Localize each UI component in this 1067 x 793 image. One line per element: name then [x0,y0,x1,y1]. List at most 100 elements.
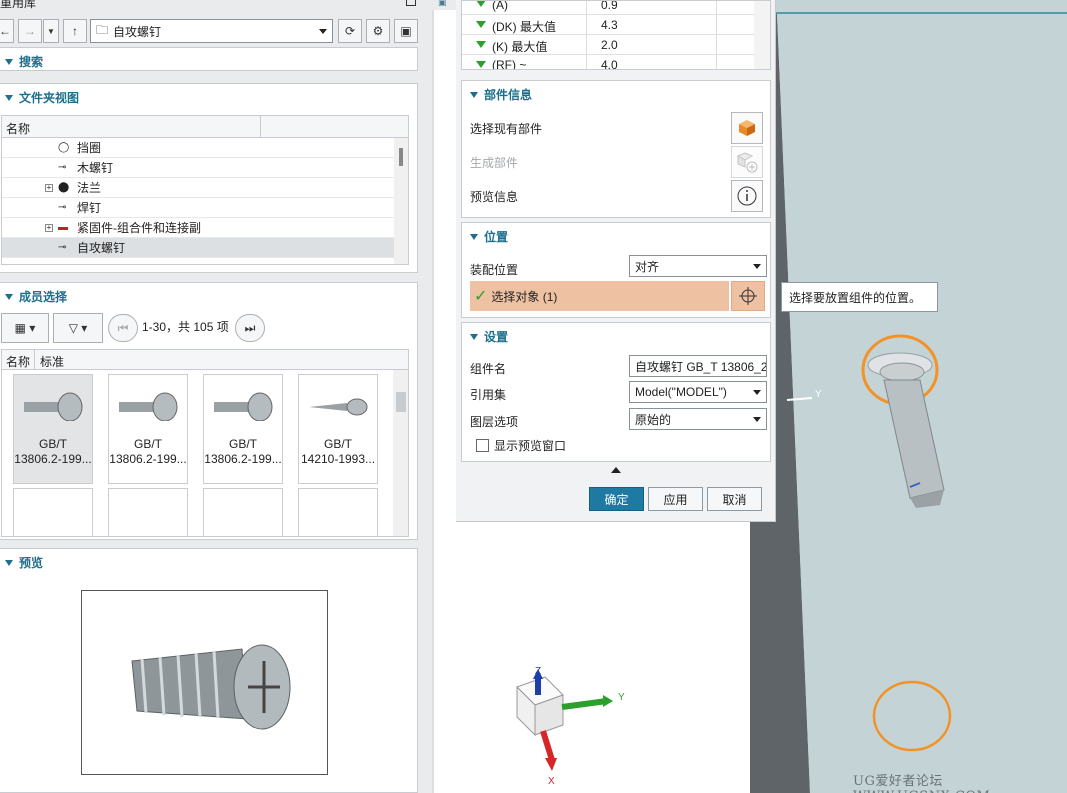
axis-x-label: X [548,776,555,787]
paging-text: 1-30，共 105 项 [142,320,229,334]
tab-name[interactable]: 名称 [6,353,30,370]
view-mode-button[interactable]: ▦ ▾ [1,313,49,343]
folder-tree: 名称 ◯ 挡圈 ⊸ 木螺钉 + ⬤ 法兰 ⊸ 焊钉 + ▬ 紧固件-组合件和连接副 ⊸ 自攻螺钉 [1,115,409,265]
up-folder-button[interactable]: ↑ [63,19,87,43]
layer-option-label: 图层选项 [470,415,519,429]
parameter-table: (A) 0.9 (DK) 最大值 4.3 (K) 最大值 2.0 (RF) ~4.0 [461,0,771,70]
expand-icon[interactable]: + [45,223,53,232]
tree-item-wood-screw[interactable]: ⊸ 木螺钉 [2,158,394,178]
member-tile[interactable] [13,488,93,536]
preview-info-label: 预览信息 [470,190,519,204]
collapse-icon [5,559,13,566]
member-tile[interactable]: GB/T 13806.2-199... [13,374,93,484]
tree-item-tapping-screw[interactable]: ⊸ 自攻螺钉 [2,238,394,258]
assembly-icon: ▬ [58,222,68,233]
generate-part-label: 生成部件 [470,156,519,170]
expand-icon[interactable]: + [45,183,53,192]
chevron-down-icon [753,263,761,269]
param-indicator-icon [476,21,486,28]
info-icon [737,186,757,206]
collapse-icon [470,233,478,240]
assembly-position-select[interactable]: 对齐 [629,255,767,277]
cube-icon [739,120,755,136]
chevron-down-icon [753,389,761,395]
param-indicator-icon [476,1,486,7]
settings-title: 设置 [484,330,509,344]
param-indicator-icon [476,61,486,68]
collapse-dialog-icon[interactable] [611,467,621,473]
tree-item-retaining-ring[interactable]: ◯ 挡圈 [2,138,394,158]
member-tile[interactable]: GB/T 14210-1993... [298,374,378,484]
select-object-row[interactable]: ✓ 选择对象 (1) [470,281,729,311]
member-tile[interactable] [203,488,283,536]
screw-thumbnail [204,375,282,437]
param-row[interactable]: (A) 0.9 [462,1,770,15]
reuse-library-panel: 重用库 ← → ▼ ↑ 🗀 自攻螺钉 ⟳ ⚙ ▣ 搜索 文件夹视图 名称 ◯ 挡圈… [0,0,420,793]
view-tab-icon[interactable]: ▣ [438,0,447,8]
param-row[interactable]: (RF) ~4.0 [462,55,770,69]
cancel-button[interactable]: 取消 [707,487,762,511]
param-scrollbar[interactable] [754,1,770,69]
tree-scrollbar[interactable] [394,138,408,264]
back-button[interactable]: ← [0,19,14,43]
panel-title: 重用库 [0,0,37,10]
last-page-button[interactable]: ⏭ [235,314,265,342]
preview-image [81,590,328,775]
screw-thumbnail [109,375,187,437]
generate-part-button[interactable] [731,146,763,178]
member-tile[interactable]: GB/T 13806.2-199... [203,374,283,484]
tab-standard[interactable]: 标准 [40,353,64,370]
select-object-label: 选择对象 (1) [491,289,558,304]
check-icon: ✓ [474,288,488,305]
screw-thumbnail [14,375,92,437]
layer-option-select[interactable]: 原始的 [629,408,767,430]
param-row[interactable]: (K) 最大值 2.0 [462,35,770,55]
part-info-section: 部件信息 选择现有部件 生成部件 预览信息 [461,80,771,218]
panel-splitter[interactable] [420,0,432,793]
show-preview-window-option[interactable]: 显示预览窗口 [476,437,566,454]
select-existing-label: 选择现有部件 [470,122,543,136]
tree-item-fastener-assembly[interactable]: + ▬ 紧固件-组合件和连接副 [2,218,394,238]
reference-set-label: 引用集 [470,388,507,402]
checkbox[interactable] [476,439,489,452]
first-page-button[interactable]: ⏮ [108,314,138,342]
tree-item-weld-stud[interactable]: ⊸ 焊钉 [2,198,394,218]
preview-info-button[interactable] [731,180,763,212]
library-button[interactable]: ▣ [394,19,418,43]
param-row[interactable]: (DK) 最大值 4.3 [462,15,770,35]
search-section[interactable]: 搜索 [0,47,418,71]
tooltip: 选择要放置组件的位置。 [781,282,938,312]
collapse-icon [5,94,13,101]
axis-z-label: Z [535,666,542,677]
refresh-button[interactable]: ⟳ [338,19,362,43]
reference-set-select[interactable]: Model("MODEL") [629,381,767,403]
grid-scrollbar[interactable] [393,370,408,536]
ok-button[interactable]: 确定 [589,487,644,511]
collapse-icon [5,58,13,65]
point-dialog-button[interactable] [731,281,765,311]
axis-y-label: Y [618,692,625,703]
apply-button[interactable]: 应用 [648,487,703,511]
member-tile[interactable]: GB/T 13806.2-199... [108,374,188,484]
collapse-icon [470,91,478,98]
add-component-dialog: (A) 0.9 (DK) 最大值 4.3 (K) 最大值 2.0 (RF) ~4.0 … [456,0,776,522]
filter-button[interactable]: ▽ ▾ [53,313,103,343]
member-tile[interactable] [298,488,378,536]
forward-button[interactable]: → [18,19,42,43]
screw-icon: ⊸ [58,242,67,253]
collapse-icon [5,293,13,300]
settings-section: 设置 组件名 自攻螺钉 GB_T 13806_2 引用集 Model("MODE… [461,322,771,462]
collapse-icon [470,333,478,340]
component-name-input[interactable]: 自攻螺钉 GB_T 13806_2 [629,355,767,377]
search-section-title: 搜索 [19,55,44,69]
part-info-title: 部件信息 [484,88,533,102]
tree-item-flange[interactable]: + ⬤ 法兰 [2,178,394,198]
select-existing-part-button[interactable] [731,112,763,144]
history-dropdown[interactable]: ▼ [43,19,59,43]
preview-title: 预览 [19,556,44,570]
folder-view-title: 文件夹视图 [19,91,80,105]
maximize-icon[interactable] [406,0,416,6]
path-combobox[interactable]: 🗀 自攻螺钉 [90,19,333,43]
tree-settings-button[interactable]: ⚙ [366,19,390,43]
member-tile[interactable] [108,488,188,536]
